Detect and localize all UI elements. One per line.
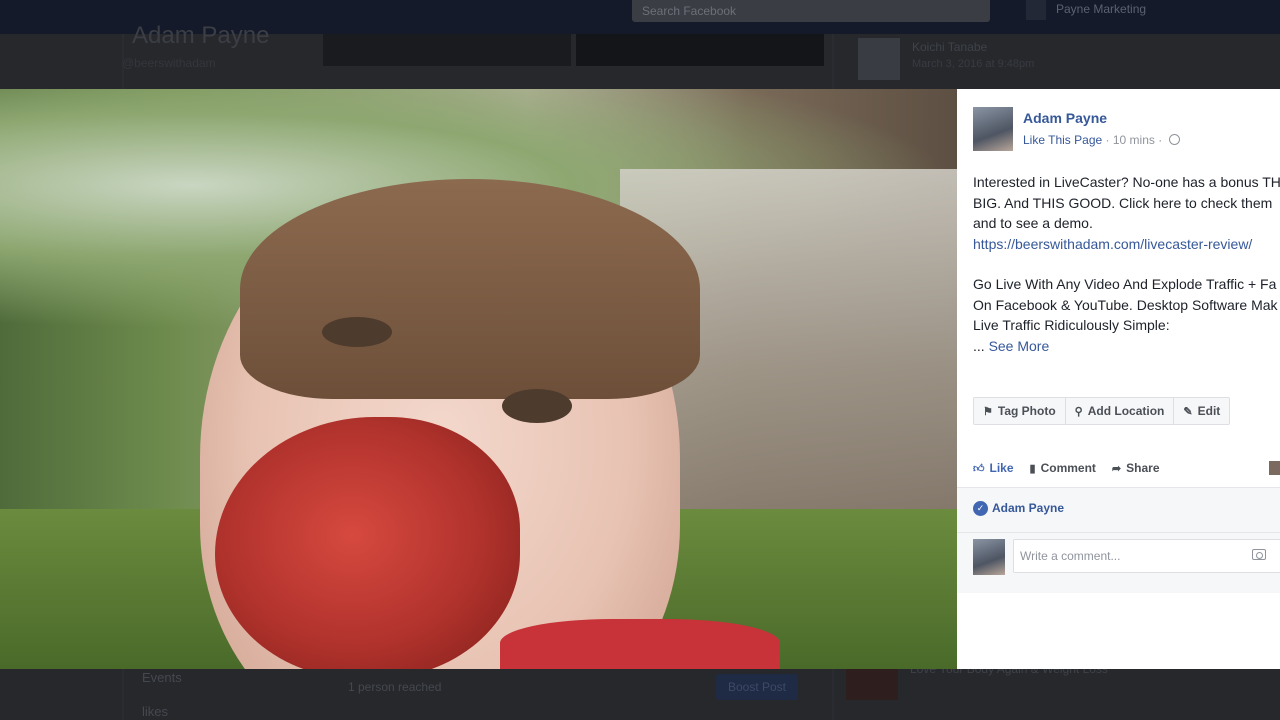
background-nav-user: Payne Marketing — [1056, 2, 1147, 16]
edit-label: Edit — [1197, 404, 1221, 418]
post-text-line: Live Traffic Ridiculously Simple: — [973, 317, 1170, 333]
background-boost-button: Boost Post — [716, 674, 798, 700]
commenter-avatar — [973, 539, 1005, 575]
see-more-link[interactable]: See More — [989, 338, 1050, 354]
add-location-label: Add Location — [1087, 404, 1165, 418]
background-nav-events: Events — [142, 670, 182, 685]
background-nav-avatar — [1026, 0, 1046, 20]
photo-child-eye-right — [502, 389, 572, 423]
post-meta: Like This Page · 10 mins · — [1023, 133, 1180, 147]
share-arrow-icon: ➦ — [1111, 462, 1122, 475]
comment-button[interactable]: ▮ Comment — [1030, 461, 1096, 475]
background-search-bar: Search Facebook — [632, 0, 990, 22]
background-search-placeholder: Search Facebook — [642, 4, 737, 18]
post-photo[interactable] — [0, 89, 957, 669]
background-thumbnail — [323, 34, 571, 66]
meta-separator: · — [1105, 133, 1110, 147]
tag-photo-label: Tag Photo — [997, 404, 1056, 418]
background-reach-text: 1 person reached — [348, 680, 442, 694]
post-text-line: Interested in LiveCaster? No-one has a b… — [973, 174, 1280, 190]
edit-button[interactable]: ✎ Edit — [1174, 398, 1229, 424]
background-feed-avatar — [858, 38, 900, 80]
camera-icon[interactable] — [1252, 549, 1266, 560]
photo-child-hair — [240, 179, 700, 399]
post-text: Interested in LiveCaster? No-one has a b… — [973, 172, 1280, 356]
comment-composer — [957, 532, 1280, 593]
globe-icon[interactable] — [1168, 134, 1180, 145]
post-text-line: Go Live With Any Video And Explode Traff… — [973, 276, 1277, 292]
post-timestamp[interactable]: 10 mins — [1113, 133, 1155, 147]
viewer-thumbnail[interactable] — [1269, 461, 1280, 475]
post-author-name[interactable]: Adam Payne — [1023, 110, 1107, 126]
like-this-page-link[interactable]: Like This Page — [1023, 133, 1102, 147]
background-feed-name: Koichi Tanabe — [912, 40, 988, 54]
likes-summary: ✓ Adam Payne — [957, 488, 1280, 532]
post-text-line: On Facebook & YouTube. Desktop Software … — [973, 296, 1278, 313]
like-button[interactable]: 👍︎ Like — [973, 461, 1014, 475]
photo-edit-toolbar: ⚑ Tag Photo ⚲ Add Location ✎ Edit — [973, 397, 1231, 425]
background-thumbnail — [576, 34, 824, 66]
thumbs-up-icon: ✓ — [973, 501, 988, 516]
liker-name[interactable]: Adam Payne — [992, 501, 1064, 515]
background-feed-timestamp: March 3, 2016 at 9:48pm — [912, 58, 1035, 70]
share-label: Share — [1126, 461, 1160, 475]
location-pin-icon: ⚲ — [1074, 405, 1083, 418]
background-page-handle: @beerswithadam — [122, 56, 216, 70]
comment-input[interactable] — [1013, 539, 1280, 573]
post-text-line: and to see a demo. — [973, 215, 1093, 231]
add-location-button[interactable]: ⚲ Add Location — [1066, 398, 1175, 424]
photo-child-eye-left — [322, 317, 392, 347]
photo-side-panel: Adam Payne Like This Page · 10 mins · In… — [957, 89, 1280, 669]
tag-photo-button[interactable]: ⚑ Tag Photo — [974, 398, 1066, 424]
meta-separator: · — [1158, 133, 1163, 147]
post-text-line: BIG. And THIS GOOD. Click here to check … — [973, 194, 1273, 211]
background-page-name: Adam Payne — [132, 22, 270, 49]
like-label: Like — [989, 461, 1014, 475]
tag-icon: ⚑ — [983, 405, 993, 418]
comment-label: Comment — [1040, 461, 1096, 475]
post-link[interactable]: https://beerswithadam.com/livecaster-rev… — [973, 236, 1252, 252]
see-more-prefix: ... — [973, 337, 989, 354]
post-actions: 👍︎ Like ▮ Comment ➦ Share — [973, 461, 1176, 475]
thumbs-up-icon: 👍︎ — [973, 462, 985, 475]
comment-bubble-icon: ▮ — [1029, 462, 1036, 475]
photo-child-shirt — [500, 619, 780, 669]
author-avatar[interactable] — [973, 107, 1013, 151]
background-likes-count: likes — [142, 704, 169, 719]
share-button[interactable]: ➦ Share — [1112, 461, 1160, 475]
pencil-icon: ✎ — [1183, 405, 1193, 418]
